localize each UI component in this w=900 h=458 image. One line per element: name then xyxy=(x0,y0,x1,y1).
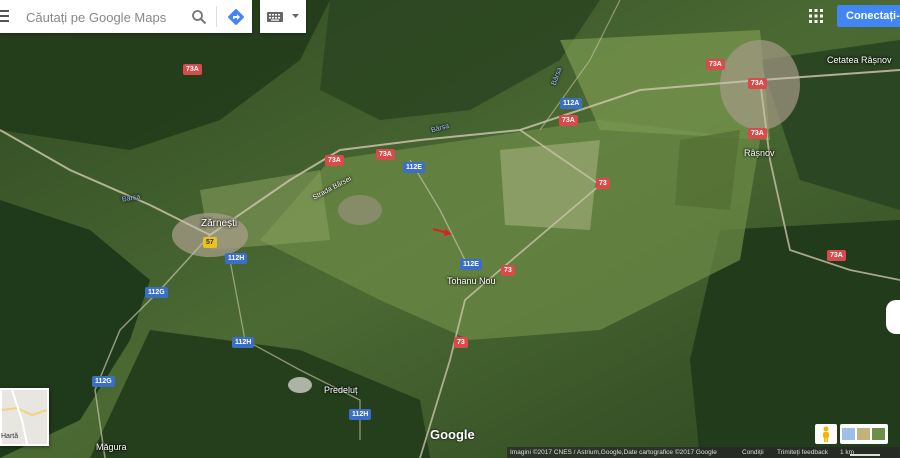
scale-bar[interactable]: 1 km xyxy=(840,447,854,458)
attribution-text: Imagini ©2017 CNES / Astrium,Google,Date… xyxy=(510,449,717,456)
road-shield-112h: 112H xyxy=(225,253,248,264)
place-label-rasnov: Râșnov xyxy=(744,148,775,158)
place-label-tohanu-nou: Tohanu Nou xyxy=(447,276,496,286)
input-tools-box[interactable] xyxy=(260,0,306,33)
road-shield-73a: 73A xyxy=(706,59,725,70)
place-label-zarnesti: Zărnești xyxy=(201,218,238,229)
place-label-cetatea-rasnov: Cetatea Râșnov xyxy=(827,55,892,65)
scale-line xyxy=(850,454,880,456)
road-shield-73: 73 xyxy=(596,178,610,189)
road-shield-112g: 112G xyxy=(92,376,115,387)
road-shield-112h: 112H xyxy=(349,409,372,420)
search-input[interactable] xyxy=(26,8,186,26)
road-shield-112a: 112A xyxy=(560,98,583,109)
imagery-thumbnails[interactable] xyxy=(840,424,888,444)
pegman-icon[interactable] xyxy=(821,426,831,442)
directions-icon[interactable] xyxy=(227,8,245,26)
road-shield-73a: 73A xyxy=(325,155,344,166)
road-shield-73: 73 xyxy=(501,265,515,276)
road-shield-112h: 112H xyxy=(232,337,255,348)
road-shield-73a: 73A xyxy=(827,250,846,261)
road-shield-73a: 73A xyxy=(376,149,395,160)
road-shield-73: 73 xyxy=(454,337,468,348)
road-shield-112e: 112E xyxy=(403,162,425,173)
apps-grid-icon[interactable] xyxy=(809,9,823,23)
terms-link[interactable]: Condiții xyxy=(742,447,764,458)
google-logo: Google xyxy=(430,427,475,442)
chevron-down-icon[interactable] xyxy=(292,14,299,19)
road-shield-73a: 73A xyxy=(183,64,202,75)
road-shield-57: 57 xyxy=(203,237,217,248)
layer-switch-button[interactable]: Hartă xyxy=(0,388,49,446)
road-shield-112g: 112G xyxy=(145,287,168,298)
search-box xyxy=(0,0,252,33)
street-view-button[interactable] xyxy=(815,424,837,444)
road-shield-73a: 73A xyxy=(748,78,767,89)
place-label-predelut: Predeluț xyxy=(324,385,358,395)
layer-switch-label: Hartă xyxy=(1,433,19,440)
hamburger-menu-icon[interactable] xyxy=(0,10,10,23)
map-footer: Imagini ©2017 CNES / Astrium,Google,Date… xyxy=(507,447,900,458)
place-label-magura: Măgura xyxy=(96,442,127,452)
search-icon[interactable] xyxy=(191,9,207,25)
road-shield-73a: 73A xyxy=(748,128,767,139)
red-arrow-marker xyxy=(432,228,452,236)
signin-button[interactable]: Conectați-vă xyxy=(837,5,900,27)
keyboard-icon[interactable] xyxy=(267,12,283,22)
road-shield-73a: 73A xyxy=(559,115,578,126)
feedback-link[interactable]: Trimiteți feedback xyxy=(777,447,828,458)
search-divider xyxy=(216,6,217,27)
road-shield-112e: 112E xyxy=(460,259,482,270)
map-control-edge[interactable] xyxy=(886,300,900,334)
